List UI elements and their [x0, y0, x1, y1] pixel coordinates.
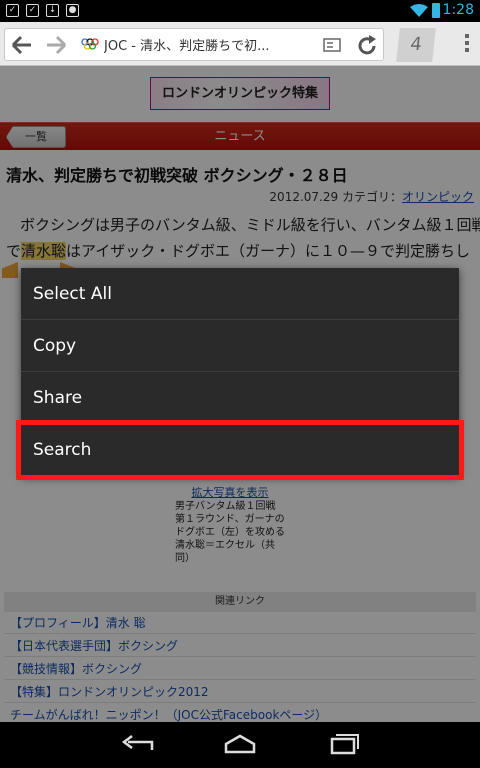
- reload-icon[interactable]: [355, 34, 379, 58]
- url-title[interactable]: JOC - 清水、判定勝ちで初...: [104, 35, 314, 54]
- browser-toolbar: JOC - 清水、判定勝ちで初... 4: [0, 22, 480, 66]
- download-icon: ↓: [46, 4, 59, 17]
- back-icon[interactable]: [11, 35, 33, 55]
- reader-mode-icon[interactable]: [323, 38, 341, 52]
- back-nav-icon[interactable]: [118, 730, 158, 760]
- olympic-rings-icon: [81, 38, 99, 50]
- recent-apps-nav-icon[interactable]: [322, 730, 362, 760]
- checkbox-icon: ✓: [26, 4, 39, 17]
- wifi-icon: [410, 4, 428, 17]
- clock: 1:28: [442, 2, 474, 18]
- tabs-button[interactable]: 4: [396, 28, 436, 62]
- status-bar: ✓ ✓ ↓ ● 1:28: [0, 0, 480, 22]
- robot-icon: ●: [66, 4, 79, 17]
- overflow-menu-icon[interactable]: [464, 34, 470, 55]
- highlight-box: [16, 420, 464, 480]
- system-nav-bar: [0, 722, 480, 768]
- share-menu-item[interactable]: Share: [21, 372, 459, 424]
- home-nav-icon[interactable]: [220, 730, 260, 760]
- select-all-menu-item[interactable]: Select All: [21, 268, 459, 320]
- checkbox-icon: ✓: [6, 4, 19, 17]
- battery-icon: [432, 3, 440, 18]
- forward-icon[interactable]: [45, 35, 67, 55]
- copy-menu-item[interactable]: Copy: [21, 320, 459, 372]
